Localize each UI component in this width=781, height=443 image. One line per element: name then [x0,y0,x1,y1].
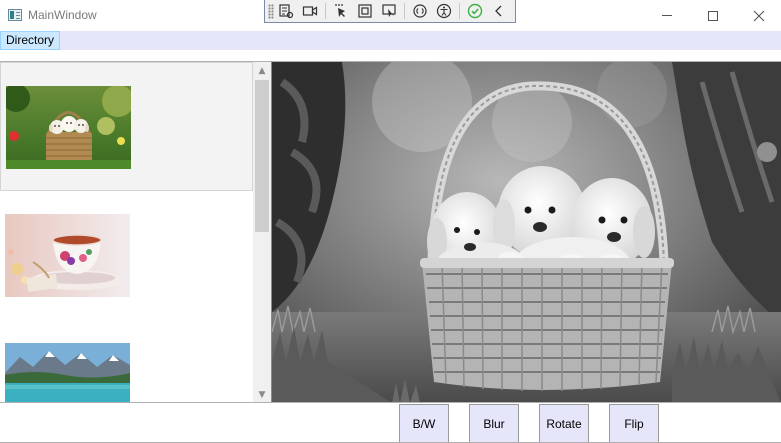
scroll-up-icon[interactable]: ▲ [253,62,271,79]
rotate-button[interactable]: Rotate [539,404,589,443]
maximize-button[interactable] [690,0,736,31]
black-white-button[interactable]: B/W [399,404,449,443]
mountain-lake-thumbnail [5,343,130,402]
window-title: MainWindow [28,8,97,22]
image-list[interactable]: ▲ ▼ [0,61,272,402]
live-visual-tree-icon[interactable] [274,1,298,21]
blur-button[interactable]: Blur [469,404,519,443]
minimize-button[interactable] [644,0,690,31]
scrollbar-thumb[interactable] [255,80,269,232]
menu-item-directory[interactable]: Directory [0,31,61,50]
app-icon [8,9,22,21]
close-icon [753,10,765,21]
scroll-down-icon[interactable]: ▼ [253,386,271,402]
maximize-icon [708,10,718,21]
main-window: MainWindow Directory ▲ ▼ B/W Blur Rotate… [0,0,781,443]
puppies-basket-grayscale-image [272,61,781,402]
toolbar-separator [459,3,460,19]
close-button[interactable] [736,0,781,31]
title-bar: MainWindow [0,0,781,31]
puppies-basket-thumbnail [6,86,131,169]
video-record-icon[interactable] [298,1,322,21]
menu-bar: Directory [0,31,781,50]
action-bar: B/W Blur Rotate Flip [0,402,781,443]
list-item[interactable] [0,191,253,320]
teacup-thumbnail [5,214,130,297]
track-focus-icon[interactable] [377,1,401,21]
display-adorners-icon[interactable] [353,1,377,21]
binding-failures-icon[interactable] [408,1,432,21]
list-item[interactable] [0,320,253,402]
hot-reload-check-icon[interactable] [463,1,487,21]
list-scrollbar[interactable]: ▲ ▼ [253,62,271,402]
list-item[interactable] [0,62,253,191]
toolbar-separator [404,3,405,19]
flip-button[interactable]: Flip [609,404,659,443]
select-element-icon[interactable] [329,1,353,21]
minimize-icon [662,15,672,16]
debug-toolbar [264,0,516,23]
accessibility-icon[interactable] [432,1,456,21]
collapse-toolbar-chevron-icon[interactable] [487,1,511,21]
toolbar-separator [325,3,326,19]
